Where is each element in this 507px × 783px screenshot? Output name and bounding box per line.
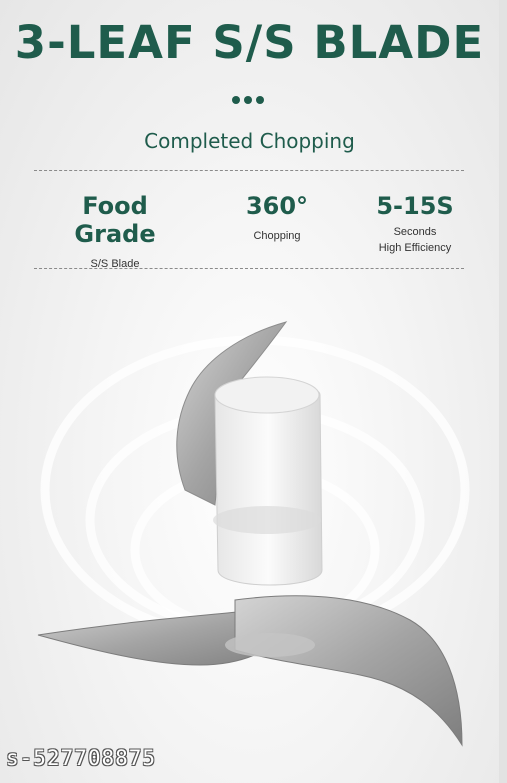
feature-360: 360° Chopping bbox=[222, 192, 332, 244]
feature-heading: Food Grade bbox=[74, 192, 156, 248]
feature-heading: 360° bbox=[245, 192, 309, 220]
feature-caption-line1: Seconds bbox=[393, 226, 437, 238]
feature-food-grade: Food Grade S/S Blade bbox=[40, 192, 190, 272]
lower-right-blade bbox=[234, 595, 463, 747]
watermark-text: s-527708875 bbox=[6, 746, 157, 770]
top-divider bbox=[34, 170, 464, 171]
dot bbox=[256, 96, 264, 104]
feature-speed: 5-15S Seconds High Efficiency bbox=[355, 192, 475, 256]
dot bbox=[232, 96, 240, 104]
feature-caption: Seconds High Efficiency bbox=[355, 224, 475, 256]
subtitle: Completed Chopping bbox=[144, 129, 355, 153]
bottom-divider bbox=[34, 268, 464, 269]
dots-divider bbox=[232, 96, 264, 104]
feature-heading: 5-15S bbox=[376, 192, 454, 220]
feature-caption-line2: High Efficiency bbox=[378, 242, 452, 254]
product-title: 3-LEAF S/S BLADE bbox=[14, 16, 485, 69]
right-edge bbox=[499, 0, 507, 783]
feature-caption: Chopping bbox=[253, 230, 301, 242]
feature-caption: S/S Blade bbox=[90, 258, 140, 270]
blade-hub bbox=[213, 376, 323, 586]
blade-image bbox=[37, 321, 470, 747]
dot bbox=[244, 96, 252, 104]
